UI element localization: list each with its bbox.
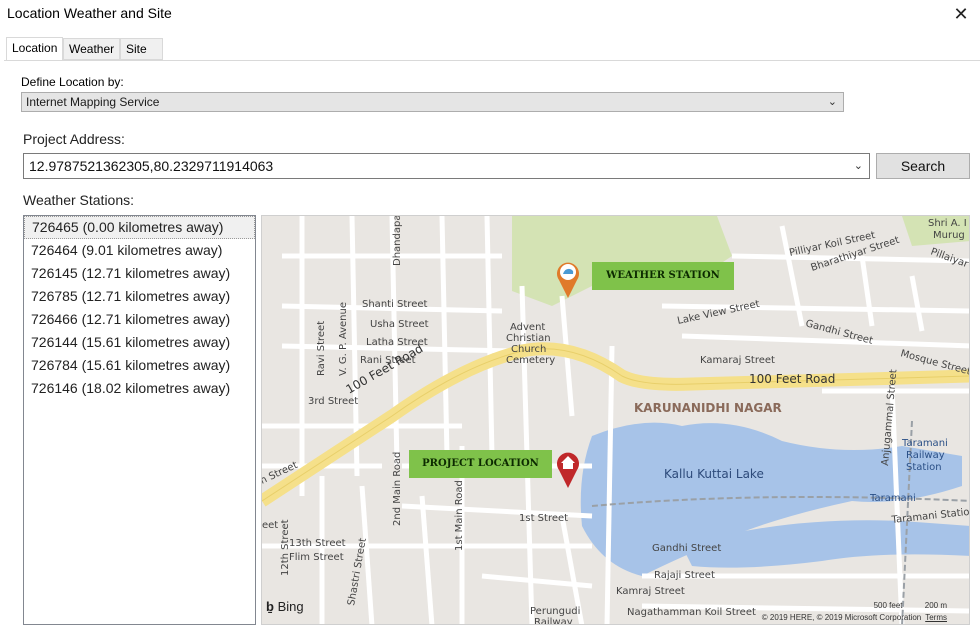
search-button[interactable]: Search [876,153,970,179]
label-ravi-street: Ravi Street [316,321,327,376]
terms-link[interactable]: Terms [925,613,947,622]
list-item[interactable]: 726464 (9.01 kilometres away) [24,239,255,262]
label-taramani-small: Taramani [869,493,916,504]
label-nagathamman-koil-street: Nagathamman Koil Street [627,607,756,618]
window-title: Location Weather and Site [7,5,172,21]
label-karunanidhi-nagar: KARUNANIDHI NAGAR [634,401,782,415]
map-scale: 500 feet 200 m [874,601,947,610]
map-copyright: © 2019 HERE, © 2019 Microsoft Corporatio… [762,613,947,622]
park-area [512,216,732,306]
label-100-feet-road-b: 100 Feet Road [749,372,835,386]
title-bar: Location Weather and Site ✕ [0,0,980,28]
scale-meters: 200 m [924,601,947,610]
tab-weather[interactable]: Weather [63,38,120,60]
define-location-select[interactable]: Internet Mapping Service ⌄ [21,92,844,112]
label-lake-view-street: Lake View Street [676,299,760,327]
list-item[interactable]: 726146 (18.02 kilometres away) [24,377,255,400]
label-taramani-1: Taramani [901,438,948,449]
list-item[interactable]: 726466 (12.71 kilometres away) [24,308,255,331]
label-12th-street: 12th Street [280,519,291,576]
list-item[interactable]: 726144 (15.61 kilometres away) [24,331,255,354]
chevron-down-icon[interactable]: ⌄ [854,154,863,178]
list-item[interactable]: 726145 (12.71 kilometres away) [24,262,255,285]
label-shri-2: Murug [933,230,965,241]
label-1st-main-road: 1st Main Road [454,480,465,551]
label-rani-street: Rani Street [360,355,416,366]
list-item[interactable]: 726785 (12.71 kilometres away) [24,285,255,308]
project-location-pin-icon[interactable] [555,450,581,490]
label-13th-street: 13th Street [289,538,346,549]
label-kamraj-street: Kamraj Street [616,586,685,597]
label-2nd-main-road: 2nd Main Road [392,452,403,526]
weather-station-tag: WEATHER STATION [592,262,734,290]
label-1st-street: 1st Street [519,513,568,524]
scale-feet: 500 feet [873,601,903,610]
label-usha-street: Usha Street [370,319,429,330]
label-church-1: Advent [510,322,545,333]
label-kamaraj-street: Kamaraj Street [700,355,775,366]
label-latha-street: Latha Street [366,337,428,348]
bing-logo: ḇ Bing [266,599,304,614]
tab-site[interactable]: Site [120,38,163,60]
label-perungudi-2: Railway [534,617,573,625]
define-location-value: Internet Mapping Service [26,95,160,109]
label-rajaji-street: Rajaji Street [654,570,715,581]
label-vgp-avenue: V. G. P. Avenue [338,302,349,376]
label-eet: eet [262,520,278,531]
label-gandhi-street-a: Gandhi Street [652,543,721,554]
label-dhandapani: Dhandapa [392,216,403,266]
label-3rd-street: 3rd Street [308,396,358,407]
chevron-down-icon: ⌄ [827,96,837,108]
close-icon[interactable]: ✕ [950,3,972,25]
weather-station-pin-icon[interactable] [555,260,581,300]
weather-stations-list[interactable]: 726465 (0.00 kilometres away) 726464 (9.… [23,215,256,625]
project-address-label: Project Address: [23,131,125,147]
label-shanti-street: Shanti Street [362,299,427,310]
label-taramani-station-road: Taramani Station R [890,505,970,526]
label-shri-1: Shri A. I [928,218,967,229]
tab-location[interactable]: Location [6,37,63,61]
copyright-text: © 2019 HERE, © 2019 Microsoft Corporatio… [761,613,922,622]
project-address-value: 12.9787521362305,80.2329711914063 [29,158,274,174]
label-perungudi-1: Perungudi [530,606,580,617]
label-taramani-2: Railway [906,450,945,461]
list-item[interactable]: 726784 (15.61 kilometres away) [24,354,255,377]
label-taramani-3: Station [906,462,942,473]
project-address-input[interactable]: 12.9787521362305,80.2329711914063 ⌄ [23,153,870,179]
label-lake: Kallu Kuttai Lake [664,467,764,481]
map-view[interactable]: 100 Feet Road 100 Feet Road KARUNANIDHI … [261,215,970,625]
label-flim-street: Flim Street [289,552,344,563]
label-church-3: Church [511,344,546,355]
label-church-4: Cemetery [506,355,555,366]
project-location-tag: PROJECT LOCATION [409,450,552,478]
label-church-2: Christian [506,333,551,344]
weather-stations-label: Weather Stations: [23,192,135,208]
list-item[interactable]: 726465 (0.00 kilometres away) [24,216,255,239]
define-location-label: Define Location by: [21,75,124,89]
